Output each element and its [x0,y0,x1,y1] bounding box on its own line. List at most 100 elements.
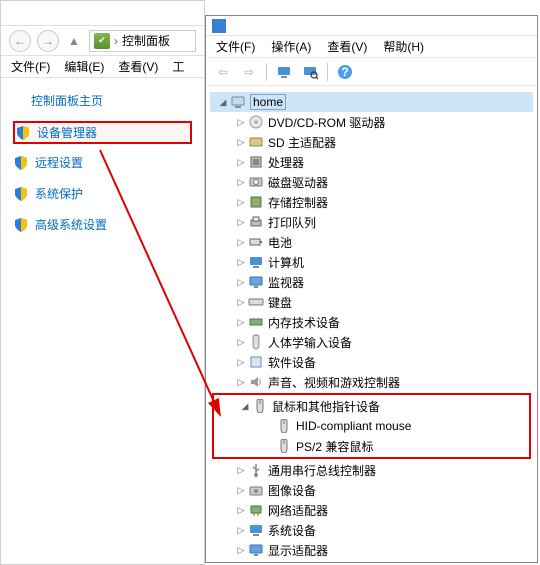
expand-icon[interactable]: ▷ [234,377,248,388]
menu-view[interactable]: 查看(V) [118,58,158,75]
tree-node[interactable]: ▷ 磁盘驱动器 [210,172,533,192]
cp-item-label: 系统保护 [35,185,83,202]
expand-icon[interactable]: ▷ [234,277,248,288]
tree-node[interactable]: ▷图像设备 [210,480,533,500]
keyboard-icon [248,294,264,310]
tree-node[interactable]: ▷ 显示适配器 [210,540,533,560]
expand-icon[interactable]: ▷ [234,357,248,368]
collapse-icon[interactable]: ◢ [216,97,230,108]
tree-leaf-ps2-mouse[interactable]: PS/2 兼容鼠标 [214,436,529,456]
computer-icon [248,254,264,270]
tree-node[interactable]: ▷ 软件设备 [210,352,533,372]
tree-node-label: 电池 [268,234,292,251]
audio-icon [248,374,264,390]
tree-node-label: 磁盘驱动器 [268,174,328,191]
monitor-icon [248,274,264,290]
expand-icon[interactable]: ▷ [234,257,248,268]
tree-node-label: 通用串行总线控制器 [268,462,376,479]
tree-node[interactable]: ▷ 通用串行总线控制器 [210,460,533,480]
tree-node[interactable]: ▷监视器 [210,272,533,292]
expand-icon[interactable]: ▷ [234,217,248,228]
expand-icon[interactable]: ▷ [234,157,248,168]
scan-icon[interactable] [301,63,319,81]
cp-item-protection[interactable]: 系统保护 [13,181,192,206]
hid-icon [248,334,264,350]
back-button[interactable]: ← [9,30,31,52]
forward-icon[interactable]: ⇨ [240,63,258,81]
svg-text:?: ? [341,65,348,79]
forward-button[interactable]: → [37,30,59,52]
control-panel-window: ← → ▲ ✔ › 控制面板 文件(F) 编辑(E) 查看(V) 工 控制面板主… [0,0,205,565]
tree-node[interactable]: ▷处理器 [210,152,533,172]
expand-icon[interactable]: ▷ [234,525,248,536]
tree-node[interactable]: ▷存储控制器 [210,192,533,212]
tree-node[interactable]: ▷网络适配器 [210,500,533,520]
expand-icon[interactable]: ▷ [234,297,248,308]
tree-node-label: 打印队列 [268,214,316,231]
imaging-icon [248,482,264,498]
expand-icon[interactable]: ▷ [234,237,248,248]
tree-leaf-hid-mouse[interactable]: HID-compliant mouse [214,416,529,436]
expand-icon[interactable]: ▷ [234,337,248,348]
tree-node[interactable]: ▷内存技术设备 [210,312,533,332]
menu-tools[interactable]: 工 [172,58,184,75]
back-icon[interactable]: ⇦ [214,63,232,81]
expand-icon[interactable]: ▷ [234,545,248,556]
computer-icon [230,94,246,110]
left-titlebar [1,1,204,26]
menu-help[interactable]: 帮助(H) [383,38,424,55]
computer-icon[interactable] [275,63,293,81]
tree-node[interactable]: ▷ 打印队列 [210,212,533,232]
cp-item-advanced[interactable]: 高级系统设置 [13,212,192,237]
tree-node-label: 软件设备 [268,354,316,371]
shield-icon [15,125,31,141]
right-menubar: 文件(F) 操作(A) 查看(V) 帮助(H) [206,36,537,58]
expand-icon[interactable]: ▷ [234,465,248,476]
tree-node[interactable]: ▷人体学输入设备 [210,332,533,352]
device-tree[interactable]: ◢ home ▷DVD/CD-ROM 驱动器▷SD 主适配器▷处理器▷磁盘驱动器… [206,86,537,562]
expand-icon[interactable]: ▷ [234,197,248,208]
tree-root-label: home [250,94,286,110]
address-bar[interactable]: ✔ › 控制面板 [89,30,196,52]
expand-icon[interactable]: ▷ [234,137,248,148]
tree-node-mouse[interactable]: ◢ 鼠标和其他指针设备 [214,396,529,416]
cp-item-remote[interactable]: 远程设置 [13,150,192,175]
tree-leaf-label: HID-compliant mouse [296,419,411,433]
tree-node-label: 声音、视频和游戏控制器 [268,374,400,391]
menu-action[interactable]: 操作(A) [271,38,311,55]
tree-node[interactable]: ▷ DVD/CD-ROM 驱动器 [210,112,533,132]
tree-node[interactable]: ▷SD 主适配器 [210,132,533,152]
device-manager-window: 文件(F) 操作(A) 查看(V) 帮助(H) ⇦ ⇨ ? ◢ home ▷ DV… [205,15,538,563]
battery-icon [248,234,264,250]
expand-icon[interactable]: ▷ [234,177,248,188]
tree-root[interactable]: ◢ home [210,92,533,112]
menu-view[interactable]: 查看(V) [327,38,367,55]
tree-node-label: 键盘 [268,294,292,311]
left-menubar: 文件(F) 编辑(E) 查看(V) 工 [1,56,204,78]
breadcrumb-sep-icon: › [114,34,118,48]
menu-file[interactable]: 文件(F) [216,38,255,55]
up-button[interactable]: ▲ [65,32,83,50]
menu-edit[interactable]: 编辑(E) [64,58,104,75]
expand-icon[interactable]: ▷ [234,505,248,516]
cp-home-link[interactable]: 控制面板主页 [31,92,192,109]
tree-node[interactable]: ▷系统设备 [210,520,533,540]
expand-icon[interactable]: ▷ [234,317,248,328]
shield-icon [13,186,29,202]
menu-file[interactable]: 文件(F) [11,58,50,75]
tree-node-label: DVD/CD-ROM 驱动器 [268,114,385,131]
tree-node[interactable]: ▷ 电池 [210,232,533,252]
tree-node[interactable]: ▷ 键盘 [210,292,533,312]
left-body: 控制面板主页 设备管理器 远程设置 系统保护 高级系统设置 [1,78,204,257]
tree-node[interactable]: ▷计算机 [210,252,533,272]
help-icon[interactable]: ? [336,63,354,81]
memory-icon [248,314,264,330]
expand-icon[interactable]: ▷ [234,117,248,128]
tree-node[interactable]: ▷ 声音、视频和游戏控制器 [210,372,533,392]
tree-node-label: 显示适配器 [268,542,328,559]
cpu-icon [248,154,264,170]
window-icon [212,19,226,33]
cp-item-device-manager[interactable]: 设备管理器 [13,121,192,144]
expand-icon[interactable]: ▷ [234,485,248,496]
collapse-icon[interactable]: ◢ [238,401,252,412]
